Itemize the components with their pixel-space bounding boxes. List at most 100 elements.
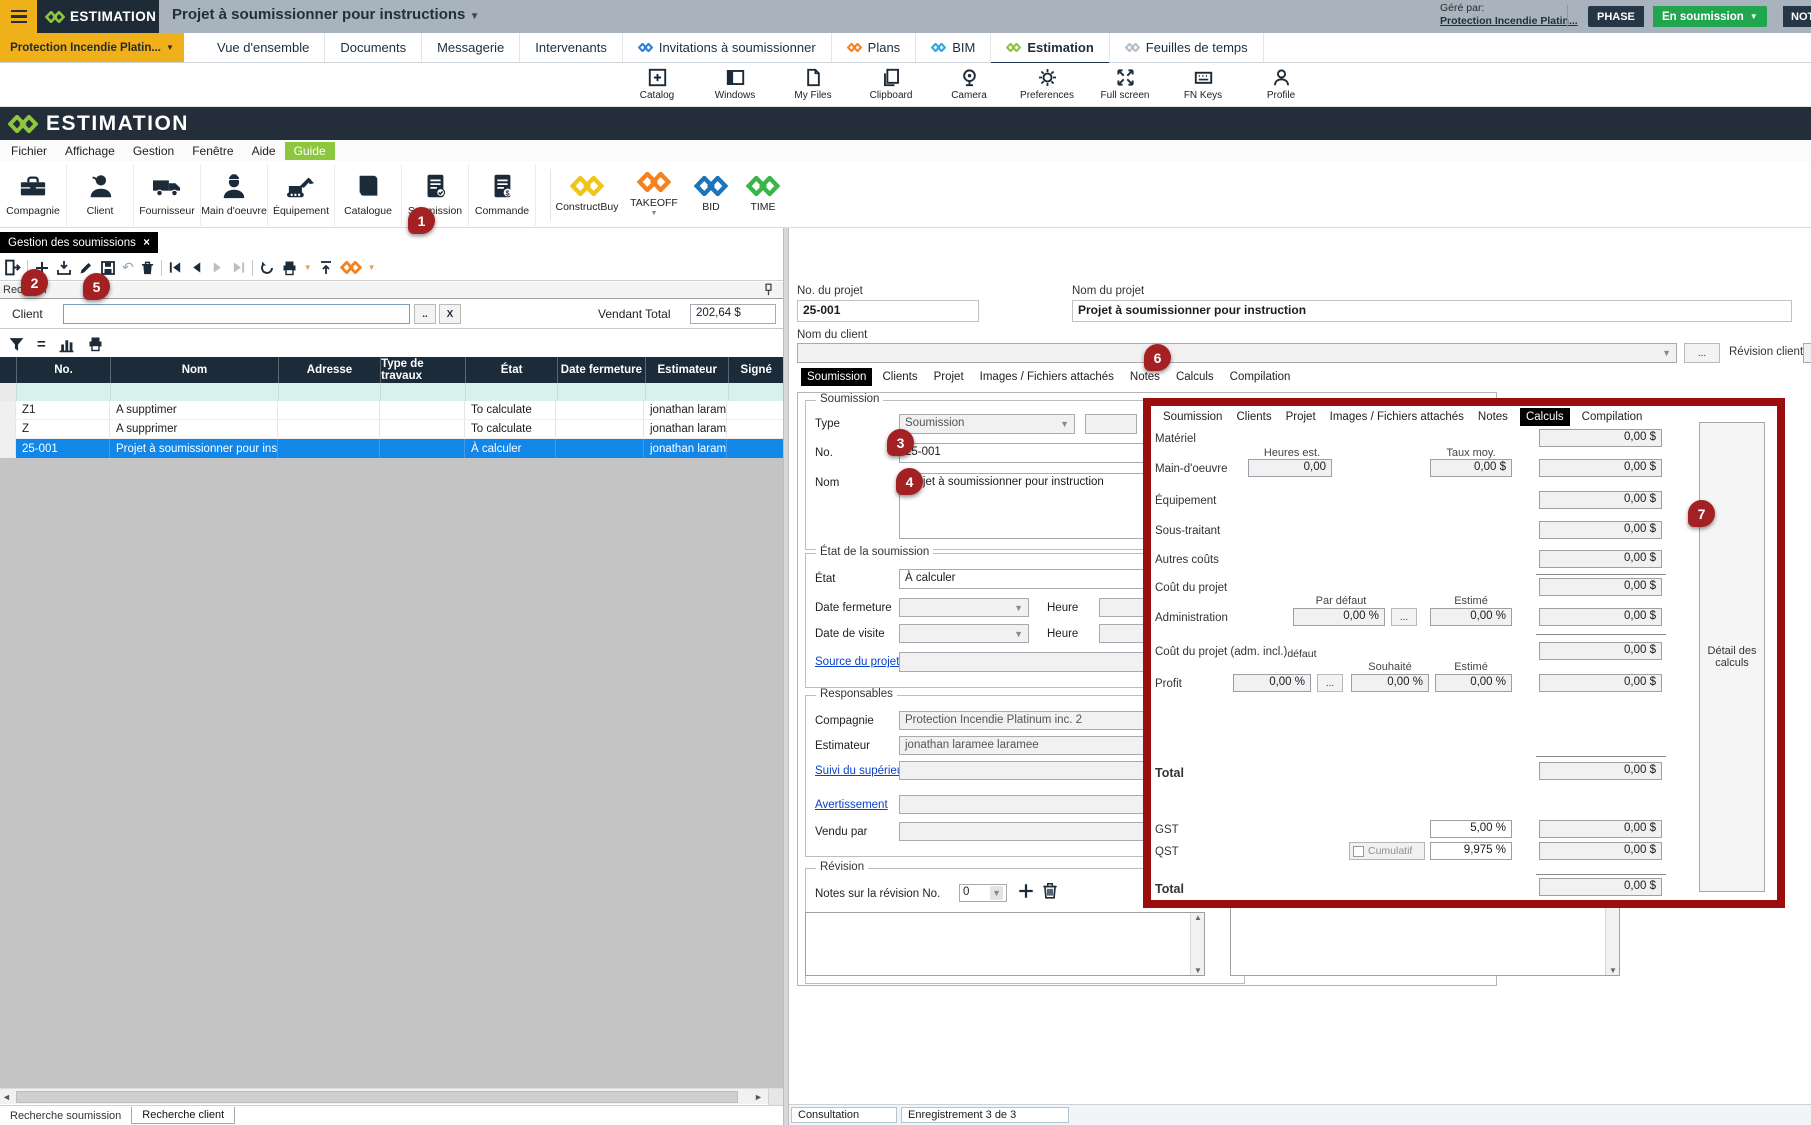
- guide-step-2[interactable]: 2: [21, 269, 48, 296]
- qst-rate[interactable]: 9,975 %: [1430, 842, 1512, 860]
- avertissement-link[interactable]: Avertissement: [815, 799, 888, 811]
- first-record-icon[interactable]: [168, 260, 183, 275]
- administration-defaut[interactable]: 0,00 %: [1293, 608, 1385, 626]
- scroll-down-icon[interactable]: ▼: [1609, 966, 1617, 975]
- tab-notes[interactable]: Notes: [1476, 409, 1510, 425]
- tab-soumission[interactable]: Soumission: [801, 368, 872, 386]
- col-date-fermeture[interactable]: Date fermeture: [558, 357, 646, 383]
- main-doeuvre-button[interactable]: Main d'oeuvre: [201, 164, 268, 226]
- org-tab[interactable]: Protection Incendie Platin... ▼: [0, 33, 184, 62]
- materiel-total[interactable]: 0,00 $: [1539, 429, 1662, 447]
- gst-rate[interactable]: 5,00 %: [1430, 820, 1512, 838]
- catalogue-button[interactable]: Catalogue: [335, 164, 402, 226]
- tab-recherche-client[interactable]: Recherche client: [131, 1107, 235, 1124]
- menu-guide[interactable]: Guide: [285, 142, 335, 160]
- refresh-icon[interactable]: [259, 260, 275, 276]
- tab-documents[interactable]: Documents: [325, 33, 422, 62]
- tab-compilation[interactable]: Compilation: [1224, 368, 1297, 386]
- col-etat[interactable]: État: [466, 357, 557, 383]
- tab-calculs-selected[interactable]: Calculs: [1520, 408, 1570, 426]
- bid-button[interactable]: BID: [685, 164, 737, 226]
- last-record-icon[interactable]: [231, 260, 246, 275]
- fournisseur-button[interactable]: Fournisseur: [134, 164, 201, 226]
- tab-projet[interactable]: Projet: [928, 368, 970, 386]
- guide-step-1[interactable]: 1: [408, 207, 435, 234]
- takeoff-button[interactable]: TAKEOFF ▼: [623, 164, 685, 226]
- exit-icon[interactable]: [4, 259, 21, 276]
- equipement-button[interactable]: Équipement: [268, 164, 335, 226]
- col-signe[interactable]: Signé: [729, 357, 783, 383]
- type-extra-box[interactable]: [1085, 414, 1137, 434]
- constructbuy-button[interactable]: ConstructBuy: [551, 164, 623, 226]
- profit-lookup-button[interactable]: ...: [1317, 674, 1343, 692]
- guide-step-4[interactable]: 4: [896, 468, 923, 495]
- table-row[interactable]: Z1 A supptimer To calculate jonathan lar…: [0, 401, 783, 420]
- nom-projet-value[interactable]: Projet à soumissionner pour instruction: [1072, 300, 1792, 322]
- doc-tab-gestion-soumissions[interactable]: Gestion des soumissions ×: [0, 232, 158, 253]
- chart-icon[interactable]: [58, 336, 75, 353]
- delete-revision-icon[interactable]: [1041, 881, 1059, 900]
- guide-step-3[interactable]: 3: [887, 429, 914, 456]
- recherche-header[interactable]: Recherche: [0, 282, 783, 299]
- date-visite-dropdown[interactable]: ▼: [899, 624, 1029, 643]
- main-doeuvre-total[interactable]: 0,00 $: [1539, 459, 1662, 477]
- revision-client-value[interactable]: [1803, 343, 1811, 363]
- date-fermeture-dropdown[interactable]: ▼: [899, 598, 1029, 617]
- client-clear-button[interactable]: X: [439, 304, 461, 324]
- tab-clients[interactable]: Clients: [876, 368, 923, 386]
- tab-invitations[interactable]: Invitations à soumissionner: [623, 33, 832, 62]
- detail-calculs-button[interactable]: Détail des calculs: [1699, 422, 1765, 892]
- table-header[interactable]: No. Nom Adresse Type de travaux État Dat…: [0, 357, 783, 383]
- table-row-selected[interactable]: 25-001 Projet à soumissionner pour instr…: [0, 439, 783, 458]
- notes-badge[interactable]: NOT: [1783, 6, 1811, 27]
- scroll-right-icon[interactable]: ►: [754, 1092, 763, 1102]
- textarea-scrollbar[interactable]: ▲ ▼: [1190, 913, 1204, 975]
- profile-button[interactable]: Profile: [1242, 68, 1320, 101]
- tab-projet[interactable]: Projet: [1284, 409, 1318, 425]
- my-files-button[interactable]: My Files: [774, 68, 852, 101]
- cout-projet-total[interactable]: 0,00 $: [1539, 578, 1662, 596]
- client-input[interactable]: [63, 304, 410, 324]
- clipboard-button[interactable]: Clipboard: [852, 68, 930, 101]
- chevron-down-icon[interactable]: ▼: [368, 263, 376, 272]
- menu-fenetre[interactable]: Fenêtre: [183, 142, 242, 160]
- scroll-up-icon[interactable]: ▲: [1194, 913, 1202, 922]
- time-button[interactable]: TIME: [737, 164, 789, 226]
- table-filter-row[interactable]: [0, 383, 783, 401]
- tab-bim[interactable]: BIM: [916, 33, 991, 62]
- tab-estimation[interactable]: Estimation: [991, 33, 1109, 66]
- gst-total[interactable]: 0,00 $: [1539, 820, 1662, 838]
- phase-value-dropdown[interactable]: En soumission ▼: [1653, 6, 1767, 27]
- client-lookup-button[interactable]: ..: [414, 304, 436, 324]
- table-row[interactable]: Z A supprimer To calculate jonathan lara…: [0, 420, 783, 439]
- full-screen-button[interactable]: Full screen: [1086, 68, 1164, 101]
- tab-intervenants[interactable]: Intervenants: [520, 33, 623, 62]
- hamburger-button[interactable]: [0, 0, 37, 33]
- scrollbar-thumb[interactable]: [16, 1091, 738, 1103]
- tab-calculs[interactable]: Calculs: [1170, 368, 1220, 386]
- profit-total[interactable]: 0,00 $: [1539, 674, 1662, 692]
- fn-keys-button[interactable]: FN Keys: [1164, 68, 1242, 101]
- catalog-button[interactable]: Catalog: [618, 68, 696, 101]
- profit-estime[interactable]: 0,00 %: [1435, 674, 1512, 692]
- tab-soumission[interactable]: Soumission: [1161, 409, 1224, 425]
- tab-clients[interactable]: Clients: [1234, 409, 1273, 425]
- profit-defaut[interactable]: 0,00 %: [1233, 674, 1311, 692]
- tab-feuilles-de-temps[interactable]: Feuilles de temps: [1110, 33, 1264, 62]
- chevron-down-icon[interactable]: ▼: [1060, 417, 1069, 431]
- col-type-travaux[interactable]: Type de travaux: [381, 357, 466, 383]
- revision-notes-textarea[interactable]: ▲ ▼: [805, 912, 1205, 976]
- total-value[interactable]: 0,00 $: [1539, 762, 1662, 780]
- col-nom[interactable]: Nom: [111, 357, 279, 383]
- administration-estime[interactable]: 0,00 %: [1430, 608, 1512, 626]
- sous-traitant-total[interactable]: 0,00 $: [1539, 521, 1662, 539]
- close-icon[interactable]: ×: [143, 237, 150, 249]
- add-revision-icon[interactable]: [1017, 882, 1035, 900]
- print-grid-icon[interactable]: [87, 336, 104, 352]
- export-icon[interactable]: [318, 260, 334, 276]
- commande-button[interactable]: $ Commande: [469, 164, 536, 226]
- no-projet-value[interactable]: 25-001: [797, 300, 979, 322]
- menu-gestion[interactable]: Gestion: [124, 142, 183, 160]
- equipement-total[interactable]: 0,00 $: [1539, 491, 1662, 509]
- revision-no-select[interactable]: 0 ▼: [959, 884, 1007, 902]
